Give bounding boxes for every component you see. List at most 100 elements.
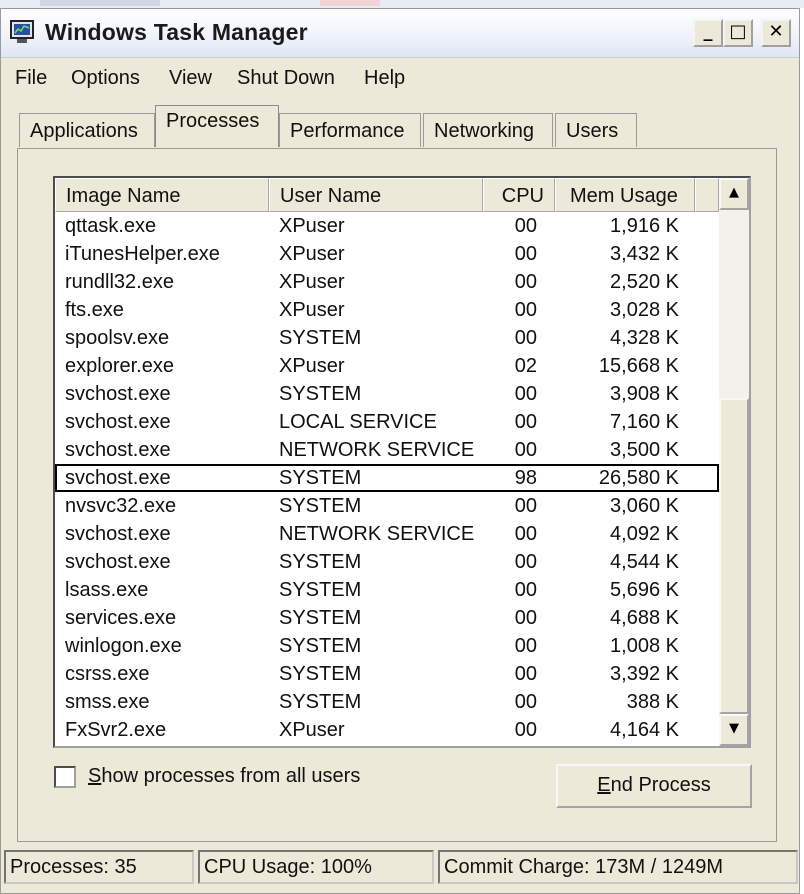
cell-image-name: spoolsv.exe — [65, 327, 170, 349]
close-button[interactable]: ✕ — [761, 19, 791, 47]
table-row[interactable]: svchost.exe SYSTEM 00 3,908 K — [55, 380, 719, 408]
cell-user-name: LOCAL SERVICE — [279, 411, 437, 433]
column-header-image-name[interactable]: Image Name — [55, 178, 269, 212]
show-all-users-checkbox[interactable] — [54, 766, 76, 788]
cell-image-name: nvsvc32.exe — [65, 495, 177, 517]
cell-image-name: svchost.exe — [65, 551, 171, 573]
tab-processes[interactable]: Processes — [155, 105, 279, 147]
arrow-up-icon: ▲ — [729, 185, 739, 200]
table-row[interactable]: svchost.exe NETWORK SERVICE 00 4,092 K — [55, 520, 719, 548]
cell-image-name: FxSvr2.exe — [65, 719, 167, 741]
cell-cpu: 00 — [514, 327, 537, 349]
cell-user-name: XPuser — [279, 271, 345, 293]
cell-mem-usage: 26,580 K — [598, 467, 679, 489]
scroll-down-button[interactable]: ▼ — [719, 714, 749, 746]
tab-users[interactable]: Users — [555, 113, 637, 147]
cell-cpu: 00 — [514, 663, 537, 685]
cell-mem-usage: 4,544 K — [610, 551, 679, 573]
desktop-background-strip — [0, 0, 804, 8]
table-row[interactable]: services.exe SYSTEM 00 4,688 K — [55, 604, 719, 632]
table-row[interactable]: smss.exe SYSTEM 00 388 K — [55, 688, 719, 716]
cell-mem-usage: 3,908 K — [610, 383, 679, 405]
scroll-up-button[interactable]: ▲ — [719, 178, 749, 210]
status-bar: Processes: 35 CPU Usage: 100% Commit Cha… — [0, 846, 798, 886]
cell-user-name: XPuser — [279, 719, 345, 741]
maximize-button[interactable]: □ — [723, 19, 753, 47]
tab-networking[interactable]: Networking — [423, 113, 553, 147]
cell-mem-usage: 3,028 K — [610, 299, 679, 321]
cell-image-name: fts.exe — [65, 299, 124, 321]
table-row[interactable]: winlogon.exe SYSTEM 00 1,008 K — [55, 632, 719, 660]
cell-user-name: NETWORK SERVICE — [279, 439, 475, 461]
cell-cpu: 00 — [514, 607, 537, 629]
menu-options[interactable]: Options — [71, 67, 140, 90]
cell-cpu: 00 — [514, 439, 537, 461]
table-row[interactable]: FxSvr2.exe XPuser 00 4,164 K — [55, 716, 719, 744]
table-row[interactable]: iTunesHelper.exe XPuser 00 3,432 K — [55, 240, 719, 268]
title-bar[interactable]: Windows Task Manager _ □ ✕ — [1, 9, 799, 58]
cell-image-name: winlogon.exe — [65, 635, 182, 657]
cell-image-name: iTunesHelper.exe — [65, 243, 220, 265]
cell-user-name: SYSTEM — [279, 551, 362, 573]
table-row[interactable]: svchost.exe SYSTEM 00 4,544 K — [55, 548, 719, 576]
cell-cpu: 00 — [514, 523, 537, 545]
table-row[interactable]: svchost.exe SYSTEM 98 26,580 K — [55, 464, 719, 492]
table-row[interactable]: spoolsv.exe SYSTEM 00 4,328 K — [55, 324, 719, 352]
cell-mem-usage: 5,696 K — [610, 579, 679, 601]
cell-image-name: svchost.exe — [65, 467, 171, 489]
tab-applications[interactable]: Applications — [19, 113, 155, 147]
cell-cpu: 00 — [514, 299, 537, 321]
show-all-users-label[interactable]: Show processes from all users — [88, 765, 360, 788]
table-row[interactable]: svchost.exe LOCAL SERVICE 00 7,160 K — [55, 408, 719, 436]
menu-view[interactable]: View — [169, 67, 212, 90]
table-row[interactable]: csrss.exe SYSTEM 00 3,392 K — [55, 660, 719, 688]
cell-user-name: SYSTEM — [279, 635, 362, 657]
cell-image-name: smss.exe — [65, 691, 150, 713]
minimize-button[interactable]: _ — [693, 19, 723, 47]
column-header-row: Image Name User Name CPU Mem Usage — [55, 178, 719, 212]
cell-mem-usage: 3,392 K — [610, 663, 679, 685]
tab-strip: Applications Processes Performance Netwo… — [1, 105, 799, 151]
cell-image-name: svchost.exe — [65, 439, 171, 461]
table-row[interactable]: rundll32.exe XPuser 00 2,520 K — [55, 268, 719, 296]
cell-cpu: 00 — [514, 411, 537, 433]
menu-shut-down[interactable]: Shut Down — [237, 67, 335, 90]
cell-cpu: 00 — [514, 691, 537, 713]
cell-user-name: XPuser — [279, 299, 345, 321]
cell-image-name: rundll32.exe — [65, 271, 174, 293]
minimize-icon: _ — [703, 21, 713, 42]
menu-help[interactable]: Help — [364, 67, 405, 90]
cell-image-name: svchost.exe — [65, 383, 171, 405]
table-row[interactable]: lsass.exe SYSTEM 00 5,696 K — [55, 576, 719, 604]
menu-file[interactable]: File — [15, 67, 47, 90]
status-cpu-usage: CPU Usage: 100% — [198, 850, 434, 884]
cell-mem-usage: 388 K — [626, 691, 679, 713]
cell-mem-usage: 4,328 K — [610, 327, 679, 349]
table-row[interactable]: fts.exe XPuser 00 3,028 K — [55, 296, 719, 324]
process-list[interactable]: Image Name User Name CPU Mem Usage qttas… — [53, 176, 751, 748]
tab-performance[interactable]: Performance — [279, 113, 421, 147]
column-header-cpu[interactable]: CPU — [483, 178, 555, 212]
end-process-button[interactable]: End Process — [556, 764, 752, 808]
table-row[interactable]: explorer.exe XPuser 02 15,668 K — [55, 352, 719, 380]
cell-user-name: SYSTEM — [279, 383, 362, 405]
column-header-filler — [695, 178, 719, 212]
table-row[interactable]: nvsvc32.exe SYSTEM 00 3,060 K — [55, 492, 719, 520]
cell-mem-usage: 3,500 K — [610, 439, 679, 461]
cell-mem-usage: 3,432 K — [610, 243, 679, 265]
table-row[interactable]: svchost.exe NETWORK SERVICE 00 3,500 K — [55, 436, 719, 464]
table-row[interactable]: qttask.exe XPuser 00 1,916 K — [55, 212, 719, 240]
cell-cpu: 00 — [514, 271, 537, 293]
vertical-scrollbar[interactable]: ▲ ▼ — [719, 178, 749, 746]
cell-cpu: 98 — [514, 467, 537, 489]
column-header-mem-usage[interactable]: Mem Usage — [555, 178, 695, 212]
cell-user-name: SYSTEM — [279, 467, 362, 489]
cell-image-name: explorer.exe — [65, 355, 174, 377]
cell-mem-usage: 15,668 K — [598, 355, 679, 377]
column-header-user-name[interactable]: User Name — [269, 178, 483, 212]
cell-mem-usage: 4,164 K — [610, 719, 679, 741]
cell-cpu: 00 — [514, 215, 537, 237]
cell-mem-usage: 1,916 K — [610, 215, 679, 237]
scroll-thumb[interactable] — [719, 398, 749, 714]
task-manager-app-icon — [10, 20, 34, 43]
